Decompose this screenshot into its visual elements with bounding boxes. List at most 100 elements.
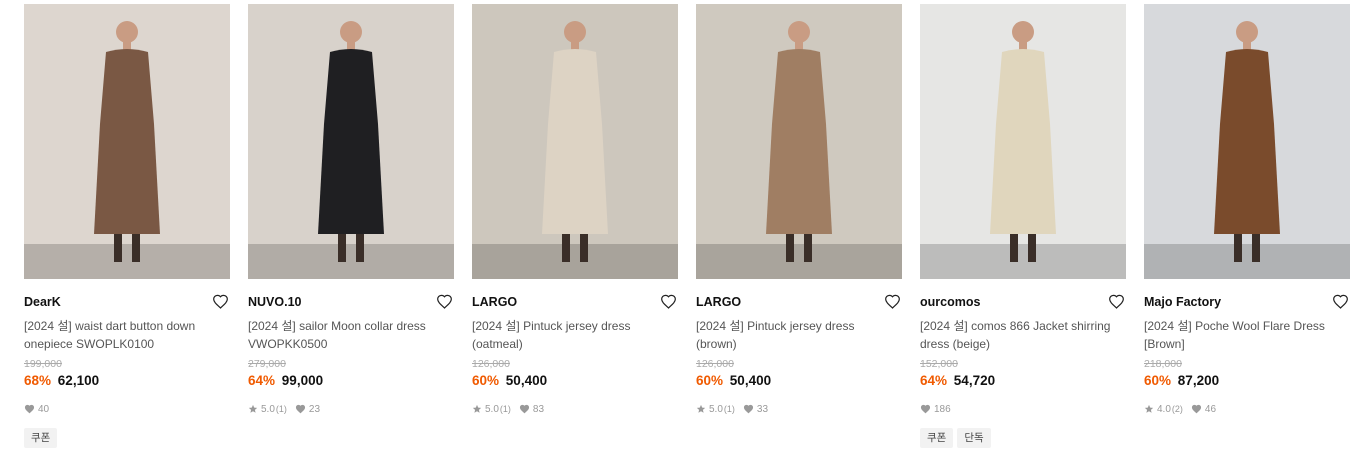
- price-row: 64% 54,720: [920, 372, 1126, 390]
- brand-name[interactable]: ourcomos: [920, 295, 980, 309]
- price-row: 68% 62,100: [24, 372, 230, 390]
- product-image[interactable]: [920, 4, 1126, 279]
- product-name[interactable]: [2024 설] Pintuck jersey dress (oatmeal): [472, 317, 678, 353]
- review-count: (1): [275, 404, 287, 414]
- original-price: 199,000: [24, 358, 62, 370]
- likes-count: 33: [756, 403, 769, 415]
- product-card[interactable]: DearK [2024 설] waist dart button down on…: [24, 4, 230, 448]
- heart-filled-icon: [1191, 404, 1201, 414]
- star-icon: [248, 404, 258, 413]
- original-price: 279,000: [248, 358, 286, 370]
- tag-list: [472, 428, 678, 448]
- product-image[interactable]: [248, 4, 454, 279]
- product-image[interactable]: [24, 4, 230, 279]
- original-price: 126,000: [696, 358, 734, 370]
- discount-rate: 64%: [248, 373, 276, 388]
- tag-list: 쿠폰: [24, 428, 230, 448]
- tag-list: [696, 428, 902, 448]
- heart-outline-icon[interactable]: [658, 292, 678, 310]
- star-icon: [472, 404, 482, 413]
- rating: 5.0 (1): [696, 404, 735, 415]
- likes: 33: [743, 404, 768, 415]
- product-stats: 5.0 (1) 33: [696, 402, 902, 416]
- heart-filled-icon: [519, 404, 529, 414]
- tag-badge: 단독: [957, 428, 991, 448]
- heart-outline-icon[interactable]: [1330, 292, 1350, 310]
- rating-value: 4.0: [1157, 403, 1171, 415]
- product-name[interactable]: [2024 설] waist dart button down onepiece…: [24, 317, 230, 353]
- tag-list: [248, 428, 454, 448]
- product-stats: 5.0 (1) 23: [248, 402, 454, 416]
- product-card[interactable]: LARGO [2024 설] Pintuck jersey dress (bro…: [696, 4, 902, 448]
- product-image[interactable]: [1144, 4, 1350, 279]
- rating-value: 5.0: [485, 403, 499, 415]
- likes-count: 46: [1204, 403, 1217, 415]
- product-stats: 5.0 (1) 83: [472, 402, 678, 416]
- sale-price: 50,400: [505, 373, 548, 388]
- product-name[interactable]: [2024 설] Pintuck jersey dress (brown): [696, 317, 902, 353]
- tag-list: 쿠폰 단독: [920, 428, 1126, 448]
- brand-name[interactable]: DearK: [24, 295, 61, 309]
- product-card[interactable]: Majo Factory [2024 설] Poche Wool Flare D…: [1144, 4, 1350, 448]
- heart-outline-icon[interactable]: [210, 292, 230, 310]
- discount-rate: 60%: [472, 373, 500, 388]
- rating: 5.0 (1): [472, 404, 511, 415]
- discount-rate: 60%: [696, 373, 724, 388]
- review-count: (1): [499, 404, 511, 414]
- original-price: 126,000: [472, 358, 510, 370]
- heart-outline-icon[interactable]: [882, 292, 902, 310]
- heart-filled-icon: [743, 404, 753, 414]
- brand-name[interactable]: NUVO.10: [248, 295, 302, 309]
- sale-price: 62,100: [57, 373, 100, 388]
- product-card[interactable]: NUVO.10 [2024 설] sailor Moon collar dres…: [248, 4, 454, 448]
- product-card[interactable]: LARGO [2024 설] Pintuck jersey dress (oat…: [472, 4, 678, 448]
- heart-filled-icon: [920, 404, 931, 414]
- sale-price: 87,200: [1177, 373, 1220, 388]
- product-card[interactable]: ourcomos [2024 설] comos 866 Jacket shirr…: [920, 4, 1126, 448]
- product-name[interactable]: [2024 설] sailor Moon collar dress VWOPKK…: [248, 317, 454, 353]
- brand-name[interactable]: LARGO: [472, 295, 517, 309]
- discount-rate: 64%: [920, 373, 948, 388]
- likes-count: 83: [532, 403, 545, 415]
- brand-name[interactable]: Majo Factory: [1144, 295, 1221, 309]
- product-name[interactable]: [2024 설] Poche Wool Flare Dress [Brown]: [1144, 317, 1350, 353]
- sale-price: 99,000: [281, 373, 324, 388]
- price-row: 60% 50,400: [696, 372, 902, 390]
- rating-value: 5.0: [261, 403, 275, 415]
- heart-filled-icon: [24, 404, 35, 414]
- discount-rate: 68%: [24, 373, 52, 388]
- heart-outline-icon[interactable]: [434, 292, 454, 310]
- heart-filled-icon: [295, 404, 305, 414]
- discount-rate: 60%: [1144, 373, 1172, 388]
- brand-name[interactable]: LARGO: [696, 295, 741, 309]
- price-row: 64% 99,000: [248, 372, 454, 390]
- likes-count: 40: [38, 403, 50, 415]
- product-stats: 4.0 (2) 46: [1144, 402, 1350, 416]
- original-price: 218,000: [1144, 358, 1182, 370]
- review-count: (2): [1171, 404, 1183, 414]
- original-price: 152,000: [920, 358, 958, 370]
- likes: 186: [920, 404, 951, 415]
- tag-badge: 쿠폰: [920, 428, 954, 448]
- likes-count: 186: [934, 403, 951, 415]
- product-image[interactable]: [696, 4, 902, 279]
- sale-price: 54,720: [953, 373, 996, 388]
- tag-badge: 쿠폰: [24, 428, 58, 448]
- likes: 83: [519, 404, 544, 415]
- price-row: 60% 87,200: [1144, 372, 1350, 390]
- heart-outline-icon[interactable]: [1106, 292, 1126, 310]
- product-stats: 186: [920, 402, 1126, 416]
- price-row: 60% 50,400: [472, 372, 678, 390]
- product-name[interactable]: [2024 설] comos 866 Jacket shirring dress…: [920, 317, 1126, 353]
- product-stats: 40: [24, 402, 230, 416]
- review-count: (1): [723, 404, 735, 414]
- likes: 40: [24, 404, 49, 415]
- rating: 4.0 (2): [1144, 404, 1183, 415]
- sale-price: 50,400: [729, 373, 772, 388]
- star-icon: [1144, 404, 1154, 413]
- likes: 23: [295, 404, 320, 415]
- product-image[interactable]: [472, 4, 678, 279]
- likes: 46: [1191, 404, 1216, 415]
- star-icon: [696, 404, 706, 413]
- product-grid: DearK [2024 설] waist dart button down on…: [0, 0, 1363, 459]
